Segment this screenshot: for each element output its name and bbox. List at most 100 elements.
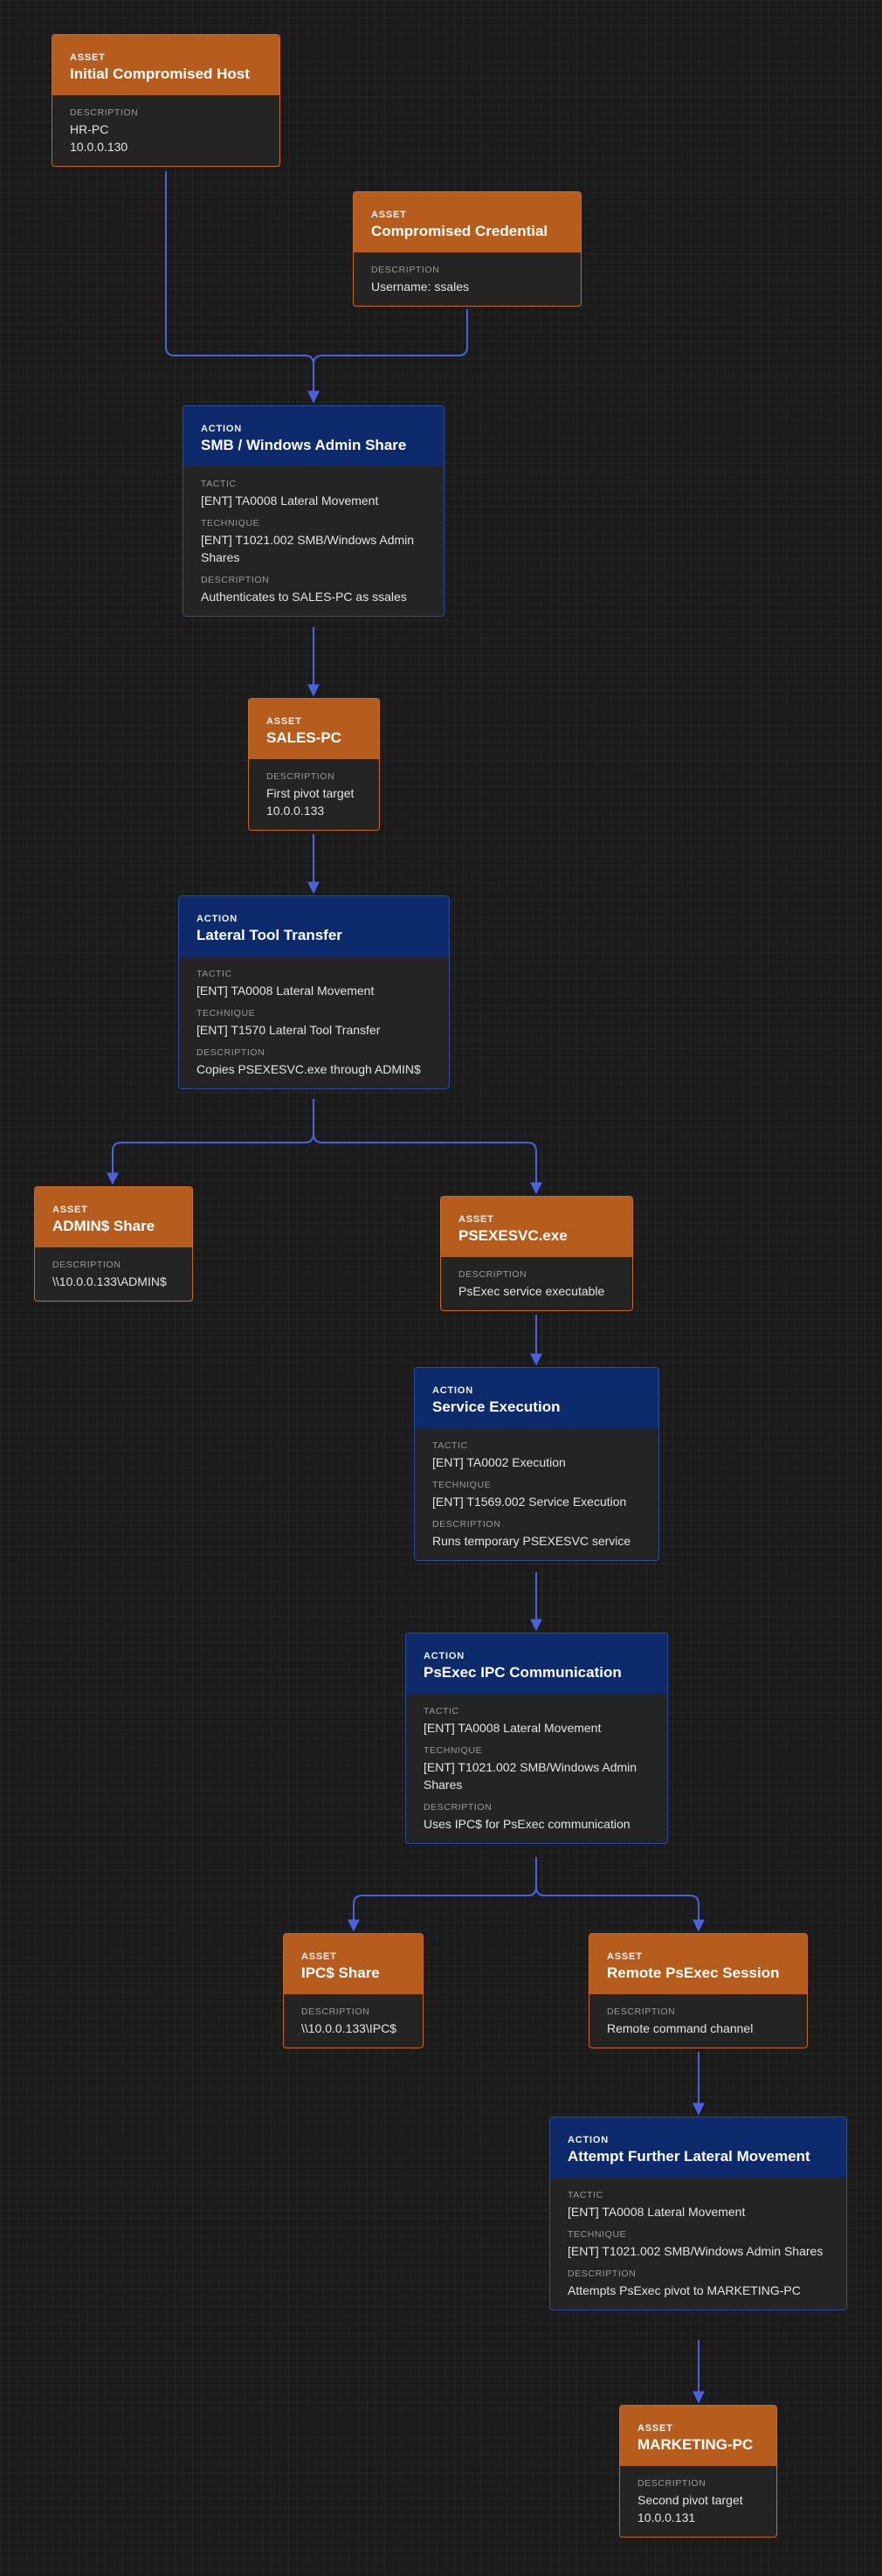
description-value: Uses IPC$ for PsExec communication [424, 1817, 630, 1831]
node-body: DESCRIPTION \\10.0.0.133\IPC$ [284, 1994, 423, 2048]
description-value: Authenticates to SALES-PC as ssales [201, 590, 407, 604]
node-kind-label: ACTION [201, 424, 242, 434]
node-body: DESCRIPTION Username: ssales [354, 252, 581, 306]
node-lateral-tool-transfer[interactable]: ACTION Lateral Tool Transfer TACTIC [ENT… [178, 895, 450, 1089]
tactic-label: TACTIC [196, 969, 232, 979]
tactic-value: [ENT] TA0008 Lateral Movement [424, 1721, 602, 1735]
node-header: ASSET SALES-PC [249, 699, 379, 759]
node-header: ASSET MARKETING-PC [620, 2406, 776, 2466]
node-header: ASSET IPC$ Share [284, 1934, 423, 1994]
description-label: DESCRIPTION [432, 1519, 501, 1530]
node-title: SALES-PC [266, 729, 341, 746]
technique-label: TECHNIQUE [201, 518, 260, 528]
tactic-value: [ENT] TA0002 Execution [432, 1455, 566, 1469]
tactic-label: TACTIC [424, 1706, 459, 1716]
technique-value: [ENT] T1021.002 SMB/Windows Admin Shares [424, 1760, 637, 1792]
node-remote-psexec-session[interactable]: ASSET Remote PsExec Session DESCRIPTION … [589, 1933, 808, 2048]
description-label: DESCRIPTION [458, 1269, 527, 1280]
node-further-lateral-movement[interactable]: ACTION Attempt Further Lateral Movement … [549, 2117, 847, 2310]
description-label: DESCRIPTION [196, 1047, 265, 1058]
edge-credential-to-smb [307, 309, 468, 404]
node-title: Lateral Tool Transfer [196, 927, 342, 943]
node-body: DESCRIPTION \\10.0.0.133\ADMIN$ [35, 1247, 192, 1301]
node-compromised-credential[interactable]: ASSET Compromised Credential DESCRIPTION… [353, 191, 582, 307]
node-header: ASSET PSEXESVC.exe [441, 1197, 632, 1257]
technique-value: [ENT] T1021.002 SMB/Windows Admin Shares [201, 533, 415, 564]
node-kind-label: ASSET [607, 1951, 643, 1962]
description-value: Runs temporary PSEXESVC service [432, 1534, 631, 1548]
node-body: DESCRIPTION Second pivot target 10.0.0.1… [620, 2466, 776, 2537]
node-admin-share[interactable]: ASSET ADMIN$ Share DESCRIPTION \\10.0.0.… [34, 1186, 193, 1302]
node-header: ASSET Compromised Credential [354, 192, 581, 252]
technique-label: TECHNIQUE [432, 1480, 492, 1490]
edge-ipc-to-ipc-share [348, 1857, 537, 1932]
description-label: DESCRIPTION [424, 1802, 493, 1813]
description-value: Attempts PsExec pivot to MARKETING-PC [568, 2283, 801, 2297]
description-label: DESCRIPTION [637, 2478, 706, 2489]
description-value: Copies PSEXESVC.exe through ADMIN$ [196, 1062, 421, 1076]
node-kind-label: ASSET [52, 1205, 88, 1215]
node-header: ASSET Remote PsExec Session [589, 1934, 807, 1994]
node-marketing-pc[interactable]: ASSET MARKETING-PC DESCRIPTION Second pi… [619, 2405, 777, 2538]
tactic-value: [ENT] TA0008 Lateral Movement [201, 494, 379, 508]
node-title: PsExec IPC Communication [424, 1664, 622, 1681]
node-header: ACTION SMB / Windows Admin Share [183, 406, 444, 466]
node-sales-pc[interactable]: ASSET SALES-PC DESCRIPTION First pivot t… [248, 698, 380, 831]
node-title: Attempt Further Lateral Movement [568, 2148, 810, 2165]
node-title: Compromised Credential [371, 223, 548, 239]
technique-label: TECHNIQUE [568, 2229, 627, 2240]
node-kind-label: ACTION [568, 2135, 609, 2145]
node-header: ACTION PsExec IPC Communication [406, 1633, 667, 1694]
description-label: DESCRIPTION [52, 1260, 121, 1270]
node-body: TACTIC [ENT] TA0008 Lateral Movement TEC… [406, 1694, 667, 1843]
node-initial-host[interactable]: ASSET Initial Compromised Host DESCRIPTI… [52, 34, 280, 167]
node-body: DESCRIPTION HR-PC 10.0.0.130 [52, 95, 279, 166]
node-body: TACTIC [ENT] TA0008 Lateral Movement TEC… [183, 466, 444, 616]
node-kind-label: ACTION [432, 1385, 473, 1396]
node-title: IPC$ Share [301, 1965, 380, 1981]
node-psexec-ipc[interactable]: ACTION PsExec IPC Communication TACTIC [… [405, 1633, 668, 1844]
node-body: TACTIC [ENT] TA0008 Lateral Movement TEC… [179, 957, 449, 1088]
node-ipc-share[interactable]: ASSET IPC$ Share DESCRIPTION \\10.0.0.13… [283, 1933, 424, 2048]
node-service-execution[interactable]: ACTION Service Execution TACTIC [ENT] TA… [414, 1367, 659, 1561]
tactic-value: [ENT] TA0008 Lateral Movement [568, 2205, 746, 2219]
node-smb-admin-share[interactable]: ACTION SMB / Windows Admin Share TACTIC … [183, 405, 444, 617]
node-title: Initial Compromised Host [70, 66, 250, 82]
node-kind-label: ASSET [301, 1951, 337, 1962]
technique-label: TECHNIQUE [424, 1745, 483, 1756]
description-label: DESCRIPTION [568, 2269, 637, 2279]
description-value: Username: ssales [371, 280, 470, 294]
description-label: DESCRIPTION [201, 575, 270, 585]
node-kind-label: ASSET [266, 716, 302, 727]
technique-value: [ENT] T1569.002 Service Execution [432, 1495, 627, 1509]
description-value: First pivot target 10.0.0.133 [266, 786, 355, 818]
edge-transfer-to-admin-share [107, 1099, 314, 1185]
tactic-value: [ENT] TA0008 Lateral Movement [196, 984, 375, 998]
edge-transfer-to-psexesvc [313, 1133, 542, 1195]
technique-label: TECHNIQUE [196, 1008, 256, 1019]
edge-initial-host-to-smb [165, 171, 320, 404]
node-body: TACTIC [ENT] TA0008 Lateral Movement TEC… [550, 2178, 846, 2310]
description-value: Remote command channel [607, 2021, 754, 2035]
node-body: DESCRIPTION Remote command channel [589, 1994, 807, 2048]
node-body: TACTIC [ENT] TA0002 Execution TECHNIQUE … [415, 1428, 658, 1560]
node-header: ASSET Initial Compromised Host [52, 35, 279, 95]
node-kind-label: ASSET [371, 210, 407, 220]
edge-ipc-to-remote-session [535, 1886, 705, 1932]
node-header: ACTION Attempt Further Lateral Movement [550, 2117, 846, 2178]
technique-value: [ENT] T1570 Lateral Tool Transfer [196, 1023, 381, 1037]
node-header: ACTION Lateral Tool Transfer [179, 896, 449, 957]
node-title: Remote PsExec Session [607, 1965, 780, 1981]
node-kind-label: ASSET [637, 2423, 673, 2434]
tactic-label: TACTIC [201, 479, 237, 489]
node-title: ADMIN$ Share [52, 1218, 155, 1234]
description-label: DESCRIPTION [70, 107, 139, 118]
tactic-label: TACTIC [432, 1440, 468, 1451]
node-title: PSEXESVC.exe [458, 1227, 568, 1244]
node-psexesvc[interactable]: ASSET PSEXESVC.exe DESCRIPTION PsExec se… [440, 1196, 633, 1311]
node-title: MARKETING-PC [637, 2436, 754, 2453]
description-value: HR-PC 10.0.0.130 [70, 122, 128, 154]
node-title: SMB / Windows Admin Share [201, 437, 407, 453]
node-kind-label: ASSET [458, 1214, 494, 1225]
description-label: DESCRIPTION [607, 2006, 676, 2017]
